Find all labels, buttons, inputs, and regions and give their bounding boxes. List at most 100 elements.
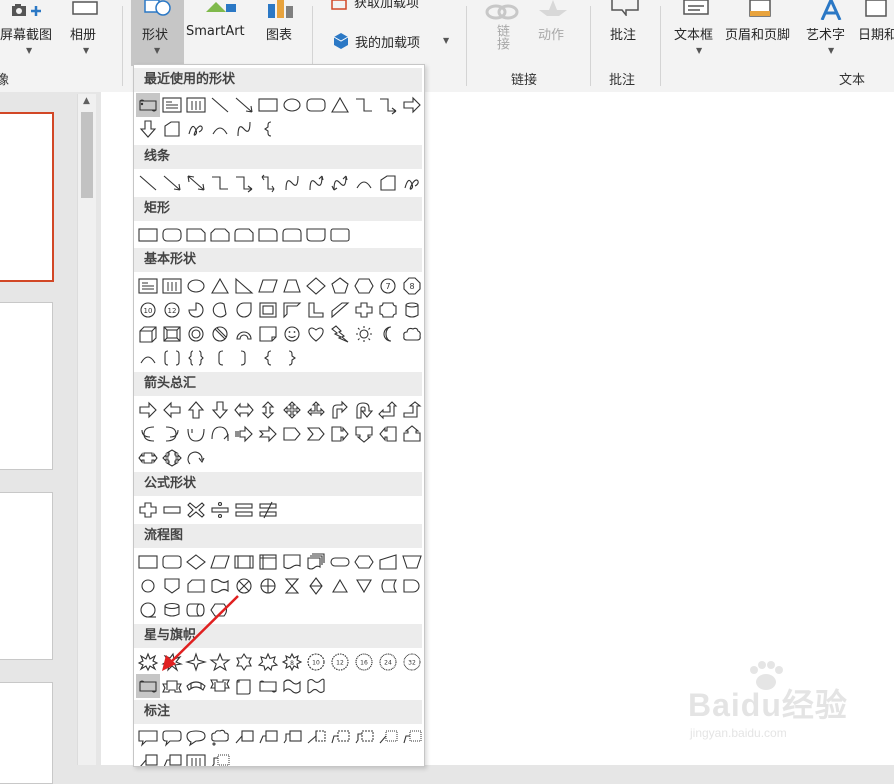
snip-round-corner-icon[interactable] xyxy=(232,223,256,247)
cube-icon[interactable] xyxy=(136,322,160,346)
accent-callout-2-icon[interactable] xyxy=(352,726,376,750)
flowchart-manual-operation-icon[interactable] xyxy=(400,550,424,574)
horizontal-scroll-icon[interactable] xyxy=(136,93,160,117)
pie-icon[interactable] xyxy=(184,298,208,322)
double-bracket-icon[interactable] xyxy=(160,346,184,370)
star-32-point-icon[interactable]: 32 xyxy=(400,650,424,674)
octagon-icon[interactable]: 8 xyxy=(400,274,424,298)
equal-icon[interactable] xyxy=(232,498,256,522)
right-bracket-icon[interactable] xyxy=(232,346,256,370)
snip-single-corner-icon[interactable] xyxy=(184,223,208,247)
snip-same-side-icon[interactable] xyxy=(208,223,232,247)
teardrop-icon[interactable] xyxy=(232,298,256,322)
flowchart-alternate-process-icon[interactable] xyxy=(160,550,184,574)
flowchart-internal-storage-icon[interactable] xyxy=(256,550,280,574)
round-corner-rectangle-icon[interactable] xyxy=(328,223,352,247)
right-brace-icon[interactable] xyxy=(280,346,304,370)
flowchart-manual-input-icon[interactable] xyxy=(376,550,400,574)
diagonal-stripe-icon[interactable] xyxy=(328,298,352,322)
bent-up-arrow-icon[interactable] xyxy=(400,398,424,422)
slide-thumbnail[interactable] xyxy=(0,112,54,282)
right-arrow-icon[interactable] xyxy=(400,93,424,117)
chord-icon[interactable] xyxy=(208,298,232,322)
slide-thumbnail[interactable] xyxy=(0,492,53,660)
flowchart-preparation-icon[interactable] xyxy=(352,550,376,574)
chart-button[interactable]: 图表 xyxy=(262,0,302,64)
flowchart-data-icon[interactable] xyxy=(208,550,232,574)
left-bracket-icon[interactable] xyxy=(208,346,232,370)
double-wave-icon[interactable] xyxy=(304,674,328,698)
hexagon-icon[interactable] xyxy=(352,274,376,298)
rounded-rectangle-icon[interactable] xyxy=(304,93,328,117)
isosceles-triangle-icon[interactable] xyxy=(208,274,232,298)
diamond-icon[interactable] xyxy=(304,274,328,298)
flowchart-terminator-icon[interactable] xyxy=(328,550,352,574)
right-arrow-icon[interactable] xyxy=(136,398,160,422)
smartart-button[interactable]: SmartArt xyxy=(186,0,254,64)
shapes-button[interactable]: 形状 ▼ xyxy=(131,0,184,66)
triangle-icon[interactable] xyxy=(328,93,352,117)
action-button[interactable]: 动作 xyxy=(532,0,576,64)
wordart-button[interactable]: 艺术字 ▼ xyxy=(804,0,856,64)
textbox-button[interactable]: 文本框 ▼ xyxy=(672,0,724,64)
donut-icon[interactable] xyxy=(184,322,208,346)
curved-ribbon-up-icon[interactable] xyxy=(184,674,208,698)
border-callout-1-icon[interactable] xyxy=(376,726,400,750)
star-24-point-icon[interactable]: 24 xyxy=(376,650,400,674)
freeform-icon[interactable] xyxy=(376,171,400,195)
lightning-bolt-icon[interactable] xyxy=(328,322,352,346)
elbow-arrow-connector-icon[interactable] xyxy=(376,93,400,117)
double-arrow-line-icon[interactable] xyxy=(184,171,208,195)
arc-icon[interactable] xyxy=(136,346,160,370)
up-arrow-callout-icon[interactable] xyxy=(400,422,424,446)
star-10-point-icon[interactable]: 10 xyxy=(304,650,328,674)
left-right-arrow-callout-icon[interactable] xyxy=(136,446,160,470)
screenshot-button[interactable]: 屏幕截图 ▼ xyxy=(0,0,60,64)
curved-left-arrow-icon[interactable] xyxy=(160,422,184,446)
up-arrow-icon[interactable] xyxy=(184,398,208,422)
oval-icon[interactable] xyxy=(184,274,208,298)
slide-thumbnail[interactable] xyxy=(0,302,53,470)
moon-icon[interactable] xyxy=(376,322,400,346)
thumbnail-scrollbar[interactable]: ▲ xyxy=(77,94,96,765)
rectangle-icon[interactable] xyxy=(136,223,160,247)
horizontal-scroll-alt-icon[interactable] xyxy=(256,674,280,698)
line-callout-2-icon[interactable] xyxy=(256,726,280,750)
star-7-point-icon[interactable] xyxy=(256,650,280,674)
flowchart-predefined-process-icon[interactable] xyxy=(232,550,256,574)
arrow-line-icon[interactable] xyxy=(160,171,184,195)
flowchart-extract-icon[interactable] xyxy=(328,574,352,598)
no-symbol-icon[interactable] xyxy=(208,322,232,346)
smiley-face-icon[interactable] xyxy=(280,322,304,346)
flowchart-card-icon[interactable] xyxy=(184,574,208,598)
plus-icon[interactable] xyxy=(136,498,160,522)
star-5-point-icon[interactable] xyxy=(208,650,232,674)
elbow-arrow-connector-icon[interactable] xyxy=(232,171,256,195)
pentagon-icon[interactable] xyxy=(328,274,352,298)
flowchart-stored-data-icon[interactable] xyxy=(376,574,400,598)
scroll-up-arrow-icon[interactable]: ▲ xyxy=(83,96,90,106)
heart-icon[interactable] xyxy=(304,322,328,346)
bevel-icon[interactable] xyxy=(160,322,184,346)
line-icon[interactable] xyxy=(208,93,232,117)
comment-button[interactable]: 批注 xyxy=(604,0,648,64)
flowchart-display-icon[interactable] xyxy=(208,598,232,622)
scribble-icon[interactable] xyxy=(400,171,424,195)
right-triangle-icon[interactable] xyxy=(232,274,256,298)
oval-callout-icon[interactable] xyxy=(184,726,208,750)
flowchart-offpage-connector-icon[interactable] xyxy=(160,574,184,598)
flowchart-collate-icon[interactable] xyxy=(280,574,304,598)
double-brace-icon[interactable] xyxy=(184,346,208,370)
line-callout-border-2-icon[interactable] xyxy=(160,750,184,766)
left-brace-icon[interactable] xyxy=(256,117,280,141)
half-frame-icon[interactable] xyxy=(280,298,304,322)
accent-border-callout-icon[interactable] xyxy=(184,750,208,766)
flowchart-or-icon[interactable] xyxy=(256,574,280,598)
vertical-scroll-icon[interactable] xyxy=(232,674,256,698)
rounded-rectangle-icon[interactable] xyxy=(160,223,184,247)
elbow-double-arrow-icon[interactable] xyxy=(256,171,280,195)
freeform-icon[interactable] xyxy=(160,117,184,141)
flowchart-punched-tape-icon[interactable] xyxy=(208,574,232,598)
trapezoid-icon[interactable] xyxy=(280,274,304,298)
curved-arrow-connector-icon[interactable] xyxy=(304,171,328,195)
